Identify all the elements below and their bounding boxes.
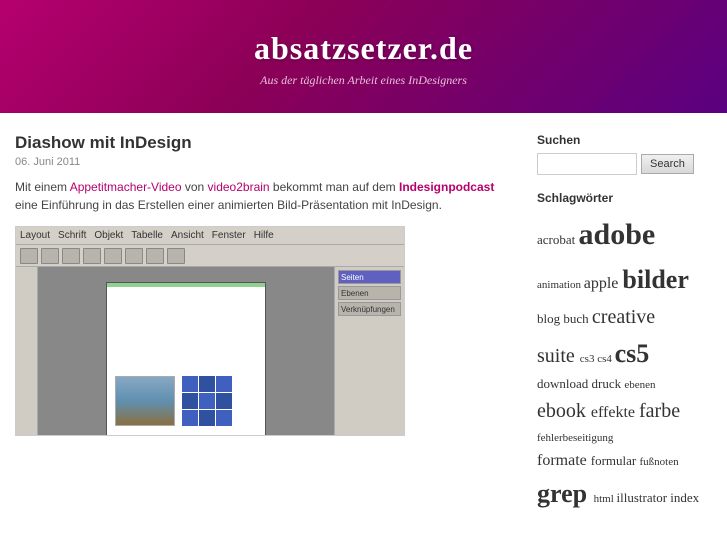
indesign-body: Seiten Ebenen Verknüpfungen	[16, 267, 404, 435]
post-link-video2brain[interactable]: video2brain	[208, 180, 270, 194]
tile-4	[182, 393, 198, 409]
search-section: Suchen Search	[537, 133, 712, 175]
search-input[interactable]	[537, 153, 637, 175]
toolbar-btn-1[interactable]	[20, 248, 38, 264]
search-box: Search	[537, 153, 712, 175]
indesign-left-panel	[16, 267, 38, 435]
tag-ebenen[interactable]: ebenen	[624, 379, 655, 391]
indesign-menu-bar: Layout Schrift Objekt Tabelle Ansicht Fe…	[16, 227, 404, 245]
menu-hilfe[interactable]: Hilfe	[254, 230, 274, 241]
indesign-photo-placeholder	[115, 376, 175, 426]
tag-ebook[interactable]: ebook	[537, 400, 591, 422]
tag-grep[interactable]: grep	[537, 479, 594, 508]
menu-objekt[interactable]: Objekt	[94, 230, 123, 241]
tag-cs4[interactable]: cs4	[597, 353, 614, 365]
tag-apple[interactable]: apple	[584, 275, 623, 292]
menu-layout[interactable]: Layout	[20, 230, 50, 241]
post-text-3: bekommt man auf dem	[270, 180, 399, 194]
tags-section: Schlagwörter acrobat adobe animation app…	[537, 191, 712, 515]
search-button[interactable]: Search	[641, 154, 694, 174]
blog-post: Diashow mit InDesign 06. Juni 2011 Mit e…	[15, 133, 502, 436]
site-tagline: Aus der täglichen Arbeit eines InDesigne…	[20, 73, 707, 88]
tag-fussnoten[interactable]: fußnoten	[639, 456, 678, 468]
tags-label: Schlagwörter	[537, 191, 712, 205]
site-title: absatzsetzer.de	[20, 30, 707, 67]
toolbar-btn-6[interactable]	[125, 248, 143, 264]
sidebar: Suchen Search Schlagwörter acrobat adobe…	[522, 133, 712, 531]
search-label: Suchen	[537, 133, 712, 147]
tag-cs5[interactable]: cs5	[615, 339, 650, 368]
indesign-mockup: Layout Schrift Objekt Tabelle Ansicht Fe…	[16, 227, 404, 435]
post-text-4: eine Einführung in das Erstellen einer a…	[15, 198, 442, 212]
post-link-appetitmacher[interactable]: Appetitmacher-Video	[70, 180, 182, 194]
indesign-blue-tiles	[182, 376, 232, 426]
panel-item-1[interactable]: Seiten	[338, 270, 401, 284]
tag-animation[interactable]: animation	[537, 279, 584, 291]
panel-item-2[interactable]: Ebenen	[338, 286, 401, 300]
tag-cloud: acrobat adobe animation apple bilder blo…	[537, 211, 712, 515]
tag-effekte[interactable]: effekte	[591, 404, 639, 421]
content-area: Diashow mit InDesign 06. Juni 2011 Mit e…	[15, 133, 522, 531]
toolbar-btn-7[interactable]	[146, 248, 164, 264]
toolbar-btn-3[interactable]	[62, 248, 80, 264]
tag-index[interactable]: index	[670, 490, 699, 505]
tag-blog[interactable]: blog	[537, 311, 563, 326]
tag-bilder[interactable]: bilder	[622, 265, 688, 294]
tag-formate[interactable]: formate	[537, 452, 591, 469]
tag-cs3[interactable]: cs3	[580, 353, 597, 365]
menu-tabelle[interactable]: Tabelle	[131, 230, 163, 241]
page-wrapper: absatzsetzer.de Aus der täglichen Arbeit…	[0, 0, 727, 551]
post-title: Diashow mit InDesign	[15, 133, 502, 153]
tag-download[interactable]: download	[537, 376, 592, 391]
panel-item-3[interactable]: Verknüpfungen	[338, 302, 401, 316]
tile-1	[182, 376, 198, 392]
tile-3	[216, 376, 232, 392]
tile-7	[182, 410, 198, 426]
indesign-page-green-bar	[107, 283, 265, 287]
tag-buch[interactable]: buch	[563, 311, 592, 326]
post-link-indesignpodcast-text: Indesignpodcast	[399, 180, 494, 194]
tag-adobe[interactable]: adobe	[579, 218, 656, 251]
tile-2	[199, 376, 215, 392]
main-wrapper: Diashow mit InDesign 06. Juni 2011 Mit e…	[0, 113, 727, 551]
tag-fehlerbeseitigung[interactable]: fehlerbeseitigung	[537, 432, 613, 444]
indesign-right-panel: Seiten Ebenen Verknüpfungen	[334, 267, 404, 435]
post-screenshot: Layout Schrift Objekt Tabelle Ansicht Fe…	[15, 226, 405, 436]
site-header: absatzsetzer.de Aus der täglichen Arbeit…	[0, 0, 727, 113]
tile-5	[199, 393, 215, 409]
tag-acrobat[interactable]: acrobat	[537, 232, 579, 247]
toolbar-btn-8[interactable]	[167, 248, 185, 264]
tag-creative[interactable]: creative	[592, 306, 655, 328]
menu-ansicht[interactable]: Ansicht	[171, 230, 204, 241]
toolbar-btn-5[interactable]	[104, 248, 122, 264]
post-date: 06. Juni 2011	[15, 156, 502, 168]
tag-suite[interactable]: suite	[537, 345, 580, 367]
tile-8	[199, 410, 215, 426]
tag-html[interactable]: html	[594, 493, 617, 505]
tag-illustrator[interactable]: illustrator	[617, 490, 671, 505]
post-content: Mit einem Appetitmacher-Video von video2…	[15, 178, 502, 214]
indesign-page	[106, 282, 266, 436]
tile-6	[216, 393, 232, 409]
tile-9	[216, 410, 232, 426]
post-link-indesignpodcast[interactable]: Indesignpodcast	[399, 180, 494, 194]
toolbar-btn-2[interactable]	[41, 248, 59, 264]
indesign-toolbar	[16, 245, 404, 267]
indesign-canvas-area	[38, 267, 334, 435]
tag-farbe[interactable]: farbe	[639, 400, 680, 422]
post-text-2: von	[182, 180, 208, 194]
tag-druck[interactable]: druck	[592, 376, 625, 391]
menu-schrift[interactable]: Schrift	[58, 230, 86, 241]
menu-fenster[interactable]: Fenster	[212, 230, 246, 241]
tag-formular[interactable]: formular	[591, 453, 640, 468]
toolbar-btn-4[interactable]	[83, 248, 101, 264]
post-text-1: Mit einem	[15, 180, 70, 194]
